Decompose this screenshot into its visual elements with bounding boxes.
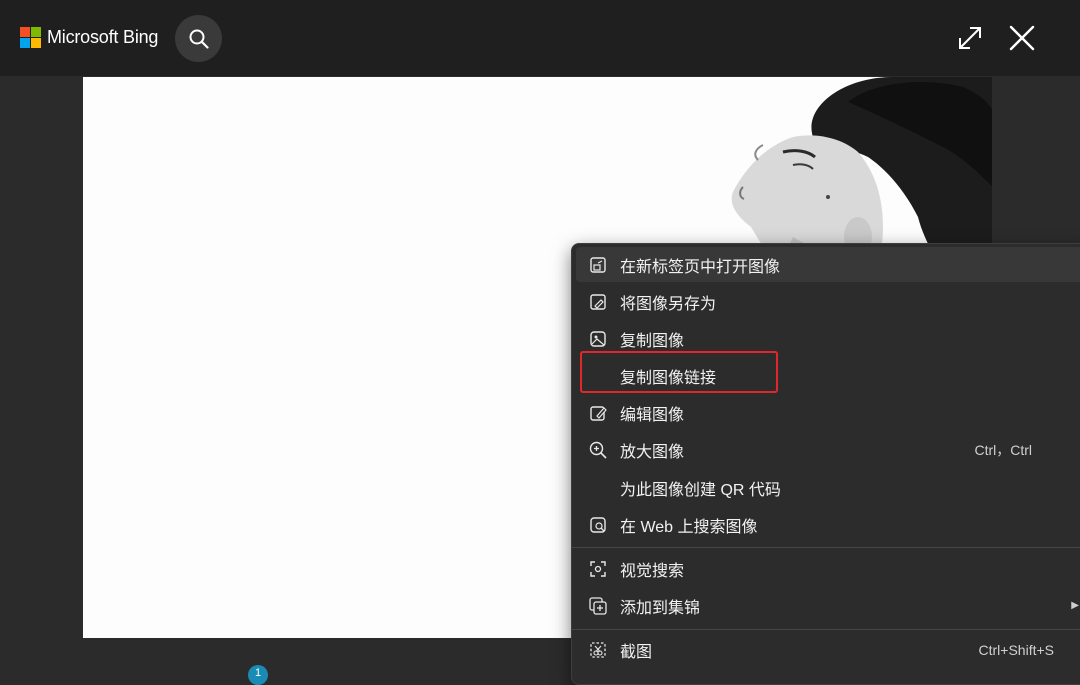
menu-item-label: 复制图像 (620, 332, 685, 350)
menu-item-visual-search[interactable]: 视觉搜索 (576, 551, 1080, 586)
menu-item-screenshot[interactable]: 截图 Ctrl+Shift+S (576, 632, 1080, 667)
close-button[interactable] (1007, 23, 1037, 53)
copy-image-icon (588, 329, 608, 349)
menu-item-label: 编辑图像 (620, 406, 685, 424)
menu-item-label: 在 Web 上搜索图像 (620, 518, 758, 536)
menu-item-edit-image[interactable]: 编辑图像 (576, 395, 1080, 430)
microsoft-logo-icon (20, 27, 41, 48)
visual-search-icon (588, 559, 608, 579)
expand-button[interactable] (955, 23, 985, 53)
screenshot-icon (588, 640, 608, 660)
menu-item-zoom-image[interactable]: 放大图像 Ctrl，Ctrl (576, 432, 1080, 467)
image-context-menu: 在新标签页中打开图像 将图像另存为 复制图像 复制图像链接 编辑图像 放大图像 … (571, 243, 1080, 685)
notification-badge: 1 (248, 665, 268, 685)
menu-item-shortcut: Ctrl，Ctrl (974, 441, 1032, 458)
menu-item-shortcut: Ctrl+Shift+S (978, 641, 1054, 658)
menu-item-copy-image[interactable]: 复制图像 (576, 321, 1080, 356)
top-bar: Microsoft Bing (0, 0, 1080, 76)
menu-item-label: 复制图像链接 (620, 369, 717, 387)
menu-item-label: 将图像另存为 (620, 295, 717, 313)
add-to-collections-icon (588, 596, 608, 616)
menu-item-add-to-collections[interactable]: 添加到集锦 ▶ (576, 588, 1080, 623)
brand-name: Microsoft Bing (47, 27, 159, 47)
submenu-arrow-icon: ▶ (1071, 600, 1079, 611)
search-button[interactable] (175, 15, 222, 62)
menu-divider (572, 629, 1080, 630)
menu-item-create-qr-code[interactable]: 为此图像创建 QR 代码 (576, 470, 1080, 505)
save-image-icon (588, 292, 608, 312)
edit-image-icon (588, 403, 608, 423)
menu-item-open-in-new-tab[interactable]: 在新标签页中打开图像 (576, 247, 1080, 282)
web-image-search-icon (588, 515, 608, 535)
menu-item-search-image-web[interactable]: 在 Web 上搜索图像 (576, 507, 1080, 542)
menu-item-copy-image-link[interactable]: 复制图像链接 (576, 358, 1080, 393)
menu-divider (572, 547, 1080, 548)
menu-item-save-image-as[interactable]: 将图像另存为 (576, 284, 1080, 319)
menu-item-label: 截图 (620, 643, 653, 661)
menu-item-label: 在新标签页中打开图像 (620, 258, 781, 276)
search-icon (189, 29, 209, 49)
menu-item-label: 添加到集锦 (620, 599, 701, 617)
open-new-tab-icon (588, 255, 608, 275)
menu-item-label: 视觉搜索 (620, 562, 685, 580)
close-icon (1009, 25, 1035, 51)
menu-item-label: 放大图像 (620, 443, 685, 461)
expand-icon (959, 27, 981, 49)
menu-item-label: 为此图像创建 QR 代码 (620, 481, 781, 499)
bing-logo[interactable]: Microsoft Bing (20, 27, 158, 48)
zoom-in-icon (588, 440, 608, 460)
